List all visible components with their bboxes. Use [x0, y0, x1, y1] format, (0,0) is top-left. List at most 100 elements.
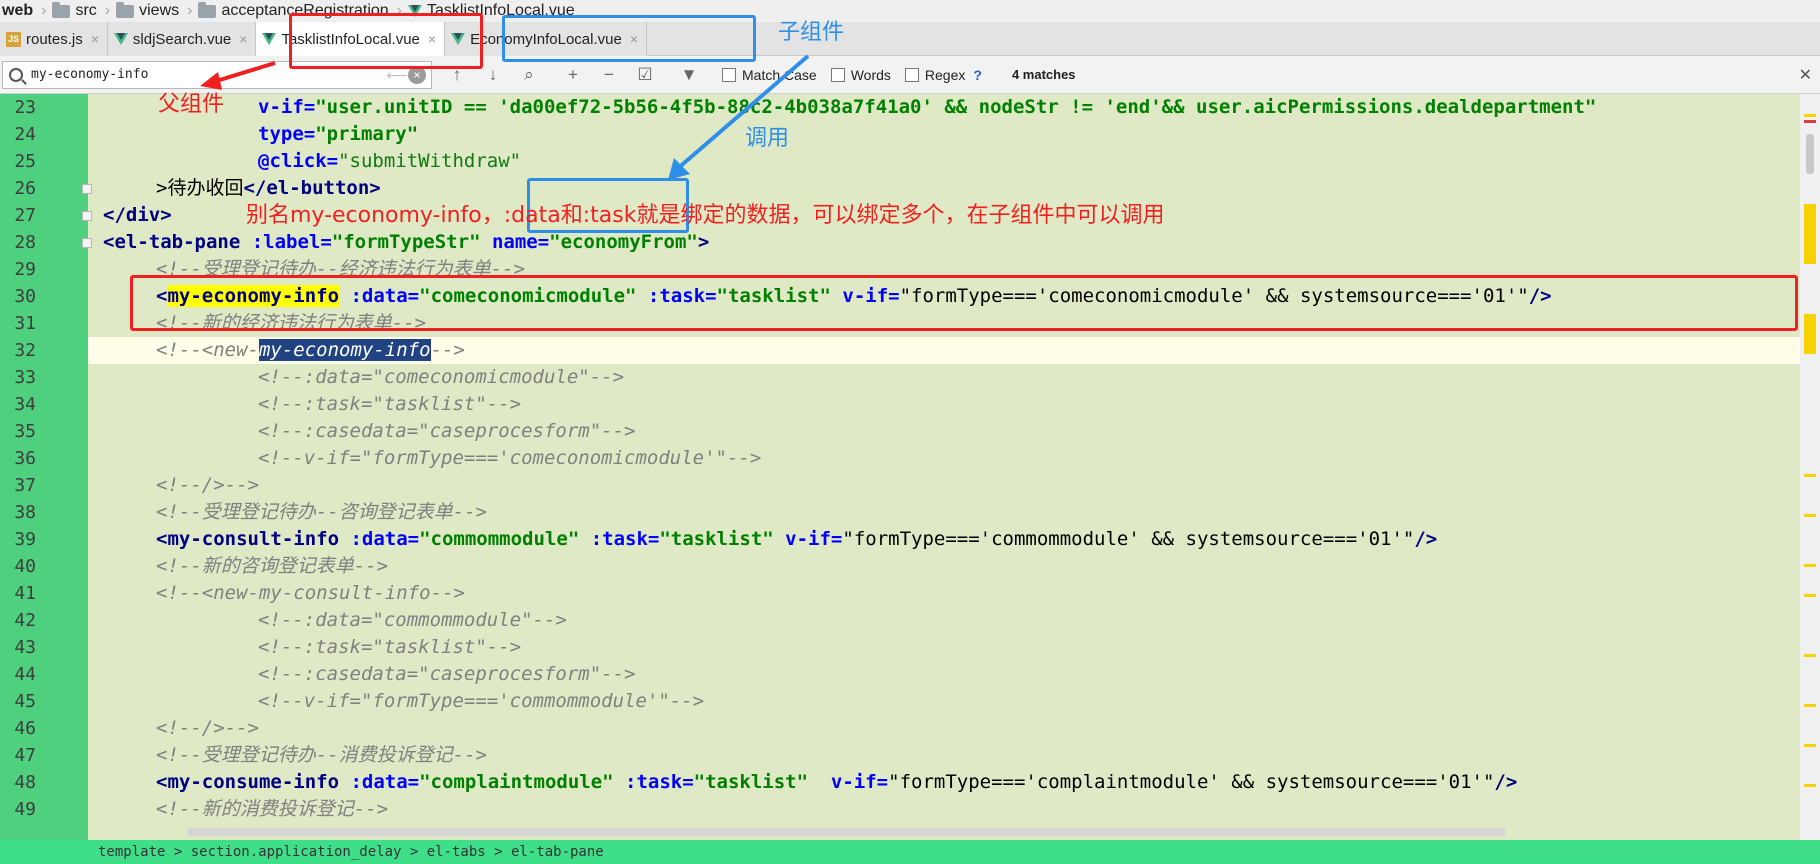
code-line-35[interactable]: <!--:casedata="caseprocesform"--> [88, 418, 1800, 445]
close-icon[interactable]: × [91, 31, 99, 47]
folder-icon [198, 1, 217, 18]
code-line-36[interactable]: <!--v-if="formType==='comeconomicmodule'… [88, 445, 1800, 472]
line-number: 49 [14, 799, 36, 820]
code-line-41[interactable]: <!--<new-my-consult-info--> [88, 580, 1800, 607]
find-all-icon[interactable]: ⌕ [518, 65, 540, 85]
code-line-39[interactable]: <my-consult-info :data="commommodule" :t… [88, 526, 1800, 553]
code-line-28[interactable]: <el-tab-pane :label="formTypeStr" name="… [88, 229, 1800, 256]
editor-tab-bar: JS routes.js × sldjSearch.vue × Tasklist… [0, 22, 1820, 56]
words-option[interactable]: Words [830, 66, 891, 83]
line-number: 45 [14, 691, 36, 712]
line-number: 31 [14, 313, 36, 334]
line-number: 43 [14, 637, 36, 658]
code-line-33[interactable]: <!--:data="comeconomicmodule"--> [88, 364, 1800, 391]
code-line-37[interactable]: <!--/>--> [88, 472, 1800, 499]
code-comment: <!--:data="commommodule"--> [258, 609, 567, 631]
code-comment: <!--受理登记待办--咨询登记表单--> [156, 501, 487, 523]
scrollbar-thumb[interactable] [1806, 134, 1814, 174]
close-find-icon[interactable]: ✕ [1799, 65, 1812, 85]
add-occurrence-icon[interactable]: + [562, 65, 584, 85]
breadcrumb-src[interactable]: src [52, 0, 102, 22]
code-line-43[interactable]: <!--:task="tasklist"--> [88, 634, 1800, 661]
code-token: "formType==='complaintmodule' && systems… [888, 771, 1495, 793]
code-line-40[interactable]: <!--新的咨询登记表单--> [88, 553, 1800, 580]
match-case-option[interactable]: Match Case [722, 67, 817, 83]
breadcrumb-label: web [2, 2, 34, 19]
match-marker[interactable] [1804, 114, 1816, 117]
code-token: v-if= [808, 771, 889, 793]
regex-option[interactable]: Regex [904, 66, 966, 83]
structure-breadcrumb[interactable]: template > section.application_delay > e… [0, 840, 1820, 864]
chevron-right-icon: › [187, 2, 193, 19]
match-marker[interactable] [1804, 564, 1816, 567]
regex-label: Regex [924, 66, 966, 83]
line-number: 47 [14, 745, 36, 766]
remove-occurrence-icon[interactable]: − [598, 65, 620, 85]
find-input[interactable] [31, 67, 386, 82]
code-token: >待办收回 [156, 177, 244, 199]
match-marker[interactable] [1804, 784, 1816, 787]
code-token: /> [1414, 528, 1438, 550]
match-marker[interactable] [1804, 704, 1816, 707]
change-marker[interactable] [1804, 204, 1816, 264]
code-line-44[interactable]: <!--:casedata="caseprocesform"--> [88, 661, 1800, 688]
change-marker[interactable] [1804, 314, 1816, 354]
code-line-46[interactable]: <!--/>--> [88, 715, 1800, 742]
match-marker[interactable] [1804, 744, 1816, 747]
search-icon[interactable] [9, 67, 23, 82]
line-number: 34 [14, 394, 36, 415]
error-marker[interactable] [1804, 120, 1816, 123]
filter-icon[interactable]: ▼ [678, 65, 700, 85]
line-number: 23 [14, 97, 36, 118]
code-token: <my-consume-info [156, 771, 340, 793]
close-icon[interactable]: × [239, 31, 247, 47]
code-token: "formTypeStr" [331, 231, 481, 253]
tab-label: sldjSearch.vue [132, 30, 232, 48]
code-token: "economyFrom" [549, 231, 698, 253]
line-number-gutter[interactable]: 23 24 25 26 27 28 29 30 31 32 33 34 35 3… [0, 94, 88, 840]
match-marker[interactable] [1804, 514, 1816, 517]
regex-help-link[interactable]: ? [973, 67, 982, 83]
match-marker[interactable] [1804, 654, 1816, 657]
line-number: 42 [14, 610, 36, 631]
line-number: 24 [14, 124, 36, 145]
breadcrumb-views[interactable]: views [116, 0, 185, 22]
line-number: 27 [14, 205, 36, 226]
code-line-32[interactable]: <!--<new-my-economy-info--> [88, 337, 1800, 364]
code-token: "commommodule" [419, 528, 580, 550]
line-number: 44 [14, 664, 36, 685]
horizontal-scrollbar[interactable] [186, 828, 1506, 836]
chevron-right-icon: › [41, 2, 47, 19]
select-all-occurrences-icon[interactable]: ☑ [634, 65, 656, 85]
regex-checkbox[interactable] [904, 67, 919, 82]
annotation-child-label: 子组件 [778, 20, 845, 45]
breadcrumb-web[interactable]: web [0, 0, 39, 22]
code-token: :label= [240, 231, 332, 253]
vertical-scrollbar[interactable] [1800, 94, 1820, 840]
line-number: 25 [14, 151, 36, 172]
code-line-48[interactable]: <my-consume-info :data="complaintmodule"… [88, 769, 1800, 796]
code-token: :data= [339, 771, 420, 793]
words-checkbox[interactable] [830, 67, 845, 82]
code-line-42[interactable]: <!--:data="commommodule"--> [88, 607, 1800, 634]
match-case-label: Match Case [742, 66, 817, 83]
code-line-49[interactable]: <!--新的消费投诉登记--> [88, 796, 1800, 823]
tab-sldjsearch-vue[interactable]: sldjSearch.vue × [107, 22, 257, 56]
code-line-24[interactable]: type="primary" [88, 121, 1800, 148]
match-case-checkbox[interactable] [722, 67, 736, 82]
code-line-25[interactable]: @click="submitWithdraw" [88, 148, 1800, 175]
code-comment: <!--v-if="formType==='comeconomicmodule'… [258, 447, 762, 469]
tab-routes-js[interactable]: JS routes.js × [0, 22, 108, 56]
breadcrumb-label: views [139, 2, 180, 19]
words-label: Words [850, 66, 891, 83]
code-token: "submitWithdraw" [338, 150, 522, 172]
code-line-45[interactable]: <!--v-if="formType==='commommodule'"--> [88, 688, 1800, 715]
match-marker[interactable] [1804, 474, 1816, 477]
next-match-icon[interactable]: ↓ [482, 65, 504, 85]
code-line-47[interactable]: <!--受理登记待办--消费投诉登记--> [88, 742, 1800, 769]
code-token: <el-tab-pane [103, 231, 241, 253]
code-line-34[interactable]: <!--:task="tasklist"--> [88, 391, 1800, 418]
match-marker[interactable] [1804, 594, 1816, 597]
code-line-38[interactable]: <!--受理登记待办--咨询登记表单--> [88, 499, 1800, 526]
code-line-23[interactable]: v-if="user.unitID == 'da00ef72-5b56-4f5b… [88, 94, 1800, 121]
